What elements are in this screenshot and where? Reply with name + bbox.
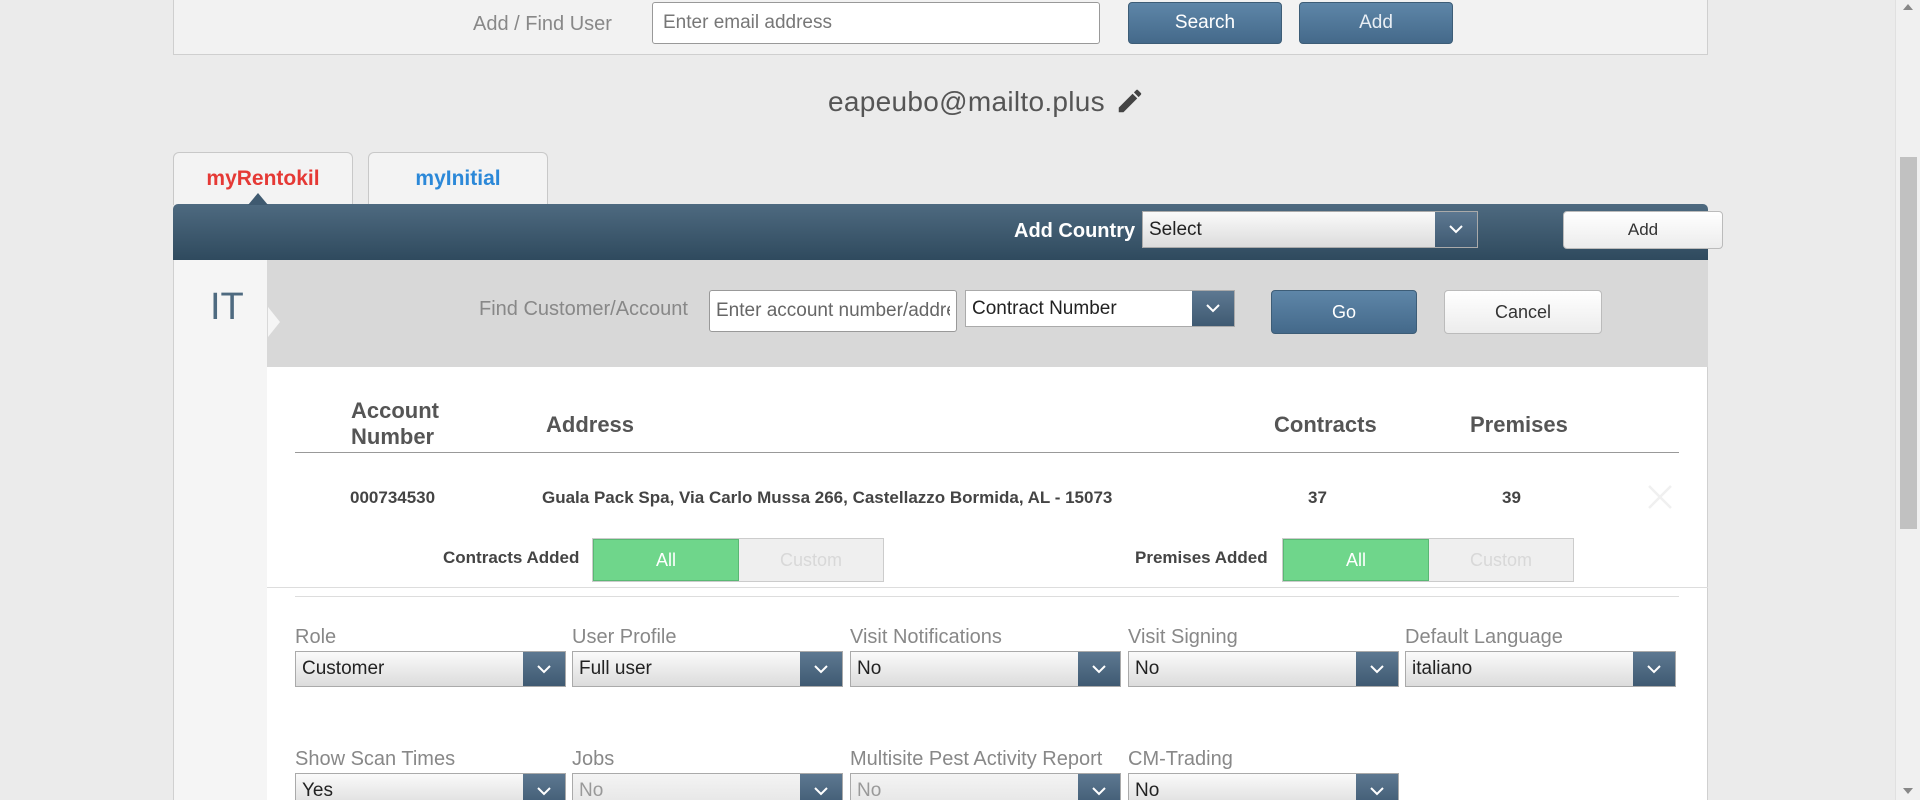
role-label: Role bbox=[295, 626, 337, 648]
multisite-pest-activity-report-select: No bbox=[850, 773, 1121, 800]
visit-notifications-value: No bbox=[857, 658, 882, 679]
show-scan-times-select[interactable]: Yes bbox=[295, 773, 566, 800]
header-premises: Premises bbox=[1470, 412, 1568, 437]
premises-custom-option[interactable]: Custom bbox=[1429, 539, 1573, 581]
divider bbox=[295, 596, 1679, 597]
country-pointer bbox=[268, 307, 280, 337]
find-user-bar: Add / Find User Search Add bbox=[173, 0, 1708, 55]
header-contracts: Contracts bbox=[1274, 412, 1377, 437]
add-country-bar: Add Country Select Add bbox=[173, 204, 1723, 260]
contracts-added-toggle: All Custom bbox=[592, 538, 884, 582]
multisite-pest-activity-report-label: Multisite Pest Activity Report bbox=[850, 748, 1103, 770]
tab-myinitial[interactable]: myInitial bbox=[368, 152, 548, 205]
add-country-label: Add Country bbox=[1014, 220, 1136, 242]
user-profile-value: Full user bbox=[579, 658, 652, 679]
cm-trading-select[interactable]: No bbox=[1128, 773, 1399, 800]
role-select[interactable]: Customer bbox=[295, 651, 566, 687]
premises-added-toggle: All Custom bbox=[1282, 538, 1574, 582]
find-customer-label: Find Customer/Account bbox=[479, 298, 688, 320]
remove-account-icon[interactable] bbox=[1645, 482, 1675, 512]
country-select-value: Select bbox=[1149, 218, 1202, 240]
multisite-pest-activity-report-value: No bbox=[857, 780, 882, 800]
scroll-up-arrow-icon[interactable] bbox=[1903, 4, 1913, 10]
contracts-all-option[interactable]: All bbox=[593, 539, 739, 581]
cm-trading-field: CM-Trading No bbox=[1128, 748, 1399, 800]
default-language-field: Default Language italiano bbox=[1405, 626, 1676, 687]
edit-pencil-icon[interactable] bbox=[1115, 86, 1145, 116]
find-user-label: Add / Find User bbox=[473, 13, 612, 35]
country-code: IT bbox=[210, 286, 244, 328]
divider bbox=[295, 452, 1679, 453]
country-panel: Find Customer/Account Contract Number Go… bbox=[267, 260, 1708, 800]
visit-signing-label: Visit Signing bbox=[1128, 626, 1238, 648]
visit-notifications-field: Visit Notifications No bbox=[850, 626, 1121, 687]
chevron-down-icon bbox=[523, 774, 565, 800]
scrollbar-thumb[interactable] bbox=[1900, 157, 1917, 529]
jobs-select: No bbox=[572, 773, 843, 800]
scroll-down-arrow-icon[interactable] bbox=[1903, 788, 1913, 794]
contracts-added-label: Contracts Added bbox=[443, 548, 580, 567]
page-scrollbar[interactable] bbox=[1895, 0, 1920, 800]
find-customer-row: Find Customer/Account Contract Number Go… bbox=[267, 260, 1708, 367]
user-profile-field: User Profile Full user bbox=[572, 626, 843, 687]
default-language-label: Default Language bbox=[1405, 626, 1563, 648]
chevron-down-icon bbox=[1192, 291, 1234, 326]
premises-added-label: Premises Added bbox=[1135, 548, 1268, 567]
add-user-button[interactable]: Add bbox=[1299, 2, 1453, 44]
account-search-input[interactable] bbox=[709, 290, 957, 332]
default-language-select[interactable]: italiano bbox=[1405, 651, 1676, 687]
cell-account-number: 000734530 bbox=[350, 488, 436, 507]
header-account-number: Account Number bbox=[351, 398, 439, 449]
country-column: IT bbox=[173, 260, 280, 800]
contracts-custom-option[interactable]: Custom bbox=[739, 539, 883, 581]
user-profile-select[interactable]: Full user bbox=[572, 651, 843, 687]
cm-trading-label: CM-Trading bbox=[1128, 748, 1233, 770]
show-scan-times-label: Show Scan Times bbox=[295, 748, 456, 770]
visit-signing-value: No bbox=[1135, 658, 1160, 679]
add-country-button[interactable]: Add bbox=[1563, 211, 1723, 249]
chevron-down-icon bbox=[1633, 652, 1675, 686]
premises-all-option[interactable]: All bbox=[1283, 539, 1429, 581]
visit-signing-field: Visit Signing No bbox=[1128, 626, 1399, 687]
show-scan-times-value: Yes bbox=[302, 780, 333, 800]
show-scan-times-field: Show Scan Times Yes bbox=[295, 748, 566, 800]
chevron-down-icon bbox=[1078, 774, 1120, 800]
chevron-down-icon bbox=[523, 652, 565, 686]
multisite-pest-activity-report-field: Multisite Pest Activity Report No bbox=[850, 748, 1121, 800]
chevron-down-icon bbox=[1356, 652, 1398, 686]
role-field: Role Customer bbox=[295, 626, 566, 687]
default-language-value: italiano bbox=[1412, 658, 1473, 679]
visit-notifications-label: Visit Notifications bbox=[850, 626, 1002, 648]
jobs-label: Jobs bbox=[572, 748, 615, 770]
cm-trading-value: No bbox=[1135, 780, 1160, 800]
header-address: Address bbox=[546, 412, 635, 437]
search-type-value: Contract Number bbox=[972, 297, 1117, 319]
jobs-value: No bbox=[579, 780, 604, 800]
active-tab-pointer bbox=[248, 193, 268, 205]
search-button[interactable]: Search bbox=[1128, 2, 1282, 44]
chevron-down-icon bbox=[1435, 212, 1477, 247]
go-button[interactable]: Go bbox=[1271, 290, 1417, 334]
cell-address: Guala Pack Spa, Via Carlo Mussa 266, Cas… bbox=[542, 488, 1113, 507]
visit-signing-select[interactable]: No bbox=[1128, 651, 1399, 687]
chevron-down-icon bbox=[1078, 652, 1120, 686]
search-type-select[interactable]: Contract Number bbox=[965, 290, 1235, 327]
user-email-title: eapeubo@mailto.plus bbox=[828, 86, 1105, 117]
chevron-down-icon bbox=[1356, 774, 1398, 800]
divider bbox=[267, 587, 1708, 588]
email-input[interactable] bbox=[652, 2, 1100, 44]
country-select[interactable]: Select bbox=[1142, 211, 1478, 248]
cancel-button[interactable]: Cancel bbox=[1444, 290, 1602, 334]
visit-notifications-select[interactable]: No bbox=[850, 651, 1121, 687]
user-profile-label: User Profile bbox=[572, 626, 677, 648]
chevron-down-icon bbox=[800, 774, 842, 800]
cell-contracts: 37 bbox=[1308, 488, 1327, 507]
chevron-down-icon bbox=[800, 652, 842, 686]
cell-premises: 39 bbox=[1502, 488, 1521, 507]
jobs-field: Jobs No bbox=[572, 748, 843, 800]
role-value: Customer bbox=[302, 658, 385, 679]
